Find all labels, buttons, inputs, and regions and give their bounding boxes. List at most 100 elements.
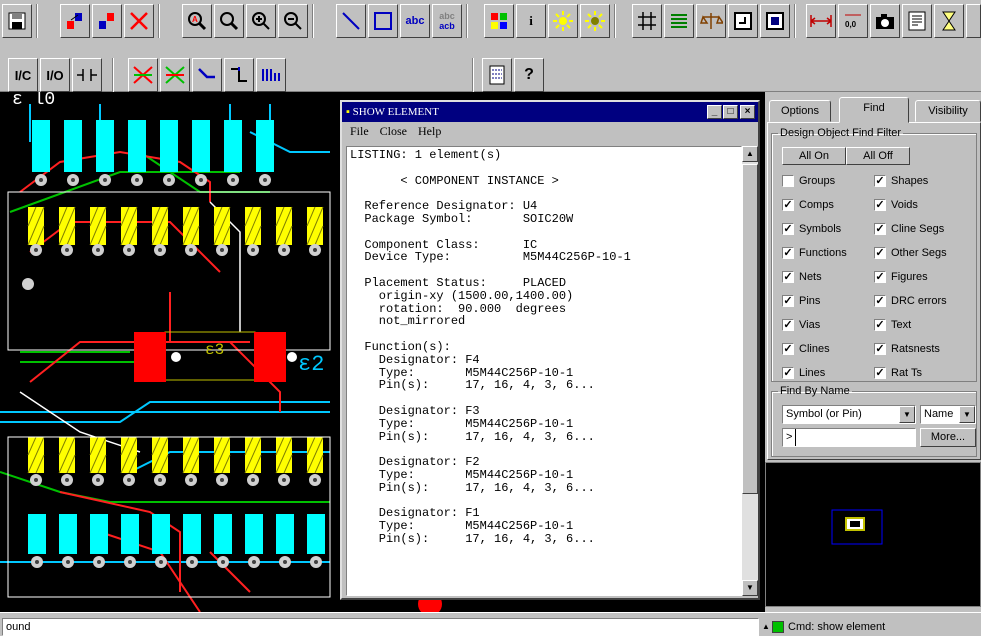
route-icon[interactable] (192, 58, 222, 92)
window-titlebar[interactable]: ▪ SHOW ELEMENT _ □ × (342, 102, 758, 122)
menu-close[interactable]: Close (380, 124, 407, 138)
delete-connect-icon[interactable] (124, 4, 154, 38)
origin-icon[interactable]: 0,0 (838, 4, 868, 38)
chevron-down-icon[interactable]: ▼ (899, 406, 915, 423)
checkbox-icon[interactable]: ✓ (782, 343, 794, 355)
add-rect-icon[interactable] (368, 4, 398, 38)
camera-icon[interactable] (870, 4, 900, 38)
grid-icon[interactable] (632, 4, 662, 38)
filter-lines[interactable]: ✓ Lines (782, 367, 825, 379)
slide-icon[interactable] (92, 4, 122, 38)
calculator-icon[interactable] (482, 58, 512, 92)
filter-vias[interactable]: ✓ Vias (782, 319, 820, 331)
window-icon[interactable] (728, 4, 758, 38)
menu-help[interactable]: Help (418, 124, 441, 138)
pad-row-bottom (28, 514, 325, 568)
find-name-input[interactable]: > (782, 428, 916, 447)
filter-nets[interactable]: ✓ Nets (782, 271, 822, 283)
checkbox-icon[interactable]: ✓ (874, 367, 886, 379)
all-on-button[interactable]: All On (782, 147, 846, 165)
more-tools-icon[interactable] (966, 4, 981, 38)
filter-clines[interactable]: ✓ Clines (782, 343, 830, 355)
checkbox-icon[interactable]: ✓ (874, 247, 886, 259)
io-button[interactable]: I/O (40, 58, 70, 92)
change-text-icon[interactable]: abc acb (432, 4, 462, 38)
filter-drc-errors[interactable]: ✓ DRC errors (874, 295, 947, 307)
add-connect-icon[interactable] (60, 4, 90, 38)
zoom-fit-icon[interactable]: A (182, 4, 212, 38)
minimap-view (831, 509, 883, 545)
measure-icon[interactable] (806, 4, 836, 38)
report-icon[interactable] (902, 4, 932, 38)
status-up-icon[interactable]: ▲ (762, 618, 770, 636)
checkbox-icon[interactable]: ✓ (782, 247, 794, 259)
find-type-select[interactable]: Symbol (or Pin) ▼ (782, 405, 916, 424)
filter-shapes[interactable]: ✓ Shapes (874, 175, 928, 187)
menu-file[interactable]: File (350, 124, 369, 138)
zoom-in-icon[interactable] (214, 4, 244, 38)
listing-scrollbar[interactable]: ▲ ▼ (742, 146, 758, 596)
ratsnest-icon[interactable] (160, 58, 190, 92)
checkbox-icon[interactable]: ✓ (782, 223, 794, 235)
world-view-minimap[interactable] (765, 462, 981, 607)
checkbox-icon[interactable]: ✓ (782, 199, 794, 211)
vertex-icon[interactable] (224, 58, 254, 92)
checkbox-icon[interactable]: ✓ (874, 295, 886, 307)
find-mode-select[interactable]: Name ▼ (920, 405, 976, 424)
add-line-icon[interactable] (336, 4, 366, 38)
scroll-down-icon[interactable]: ▼ (742, 580, 758, 596)
checkbox-icon[interactable]: ✓ (782, 319, 794, 331)
tab-visibility[interactable]: Visibility (915, 100, 981, 122)
checkbox-icon[interactable]: ✓ (874, 319, 886, 331)
filter-functions[interactable]: ✓ Functions (782, 247, 847, 259)
maximize-button[interactable]: □ (723, 105, 738, 119)
minimize-button[interactable]: _ (707, 105, 722, 119)
element-listing[interactable]: LISTING: 1 element(s) < COMPONENT INSTAN… (346, 146, 742, 596)
scroll-up-icon[interactable]: ▲ (742, 146, 758, 162)
highlight-icon[interactable] (548, 4, 578, 38)
checkbox-icon[interactable] (782, 175, 794, 187)
discrete-icon[interactable] (72, 58, 102, 92)
balance-icon[interactable] (696, 4, 726, 38)
checkbox-icon[interactable]: ✓ (782, 367, 794, 379)
filter-cline-segs[interactable]: ✓ Cline Segs (874, 223, 944, 235)
filter-groups[interactable]: Groups (782, 175, 835, 187)
more-button[interactable]: More... (920, 428, 976, 447)
checkbox-icon[interactable]: ✓ (782, 271, 794, 283)
checkbox-icon[interactable]: ✓ (874, 343, 886, 355)
save-icon[interactable] (2, 4, 32, 38)
board-icon[interactable] (760, 4, 790, 38)
filter-rat-ts[interactable]: ✓ Rat Ts (874, 367, 922, 379)
filter-figures[interactable]: ✓ Figures (874, 271, 928, 283)
glossing-icon[interactable] (256, 58, 286, 92)
tab-find[interactable]: Find (839, 97, 909, 123)
layers-icon[interactable] (664, 4, 694, 38)
dehighlight-icon[interactable] (580, 4, 610, 38)
help-icon[interactable]: ? (514, 58, 544, 92)
filter-text[interactable]: ✓ Text (874, 319, 911, 331)
checkbox-icon[interactable]: ✓ (874, 199, 886, 211)
filter-comps[interactable]: ✓ Comps (782, 199, 834, 211)
zoom-plus-icon[interactable] (246, 4, 276, 38)
ic-button[interactable]: I/C (8, 58, 38, 92)
info-icon[interactable]: i (516, 4, 546, 38)
all-off-button[interactable]: All Off (846, 147, 910, 165)
color-palette-icon[interactable] (484, 4, 514, 38)
tab-options[interactable]: Options (769, 100, 831, 122)
checkbox-icon[interactable]: ✓ (874, 271, 886, 283)
filter-ratsnests[interactable]: ✓ Ratsnests (874, 343, 940, 355)
add-text-icon[interactable]: abc (400, 4, 430, 38)
scroll-thumb[interactable] (742, 164, 758, 494)
unroute-icon[interactable] (128, 58, 158, 92)
checkbox-icon[interactable]: ✓ (782, 295, 794, 307)
filter-symbols[interactable]: ✓ Symbols (782, 223, 841, 235)
chevron-down-icon[interactable]: ▼ (959, 406, 975, 423)
zoom-out-icon[interactable] (278, 4, 308, 38)
checkbox-icon[interactable]: ✓ (874, 175, 886, 187)
filter-other-segs[interactable]: ✓ Other Segs (874, 247, 947, 259)
hourglass-icon[interactable] (934, 4, 964, 38)
filter-voids[interactable]: ✓ Voids (874, 199, 918, 211)
filter-pins[interactable]: ✓ Pins (782, 295, 820, 307)
close-window-button[interactable]: × (740, 105, 755, 119)
checkbox-icon[interactable]: ✓ (874, 223, 886, 235)
